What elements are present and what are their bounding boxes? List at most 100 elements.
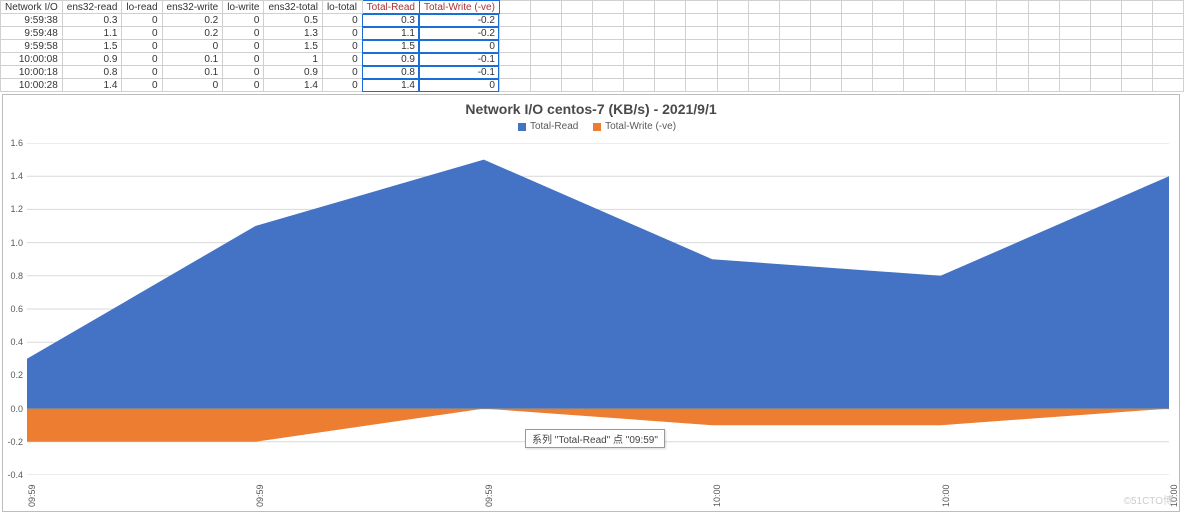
empty-cell[interactable] bbox=[593, 79, 624, 92]
empty-cell[interactable] bbox=[686, 79, 717, 92]
empty-cell[interactable] bbox=[841, 1, 872, 14]
empty-cell[interactable] bbox=[1059, 79, 1090, 92]
empty-cell[interactable] bbox=[1028, 27, 1059, 40]
empty-cell[interactable] bbox=[499, 66, 530, 79]
data-cell[interactable]: 0 bbox=[122, 27, 162, 40]
data-cell[interactable]: 0 bbox=[162, 79, 223, 92]
empty-cell[interactable] bbox=[873, 79, 904, 92]
data-cell[interactable]: -0.1 bbox=[419, 53, 499, 66]
data-cell[interactable]: 0 bbox=[223, 53, 264, 66]
data-cell[interactable]: 0.1 bbox=[162, 53, 223, 66]
data-cell[interactable]: 0 bbox=[122, 79, 162, 92]
table-row[interactable]: 10:00:180.800.100.900.8-0.1 bbox=[1, 66, 1184, 79]
empty-cell[interactable] bbox=[810, 14, 841, 27]
data-cell[interactable]: 0 bbox=[223, 79, 264, 92]
empty-cell[interactable] bbox=[499, 40, 530, 53]
empty-cell[interactable] bbox=[841, 53, 872, 66]
empty-cell[interactable] bbox=[624, 27, 655, 40]
empty-cell[interactable] bbox=[717, 27, 748, 40]
empty-cell[interactable] bbox=[1152, 1, 1183, 14]
column-header[interactable]: Network I/O bbox=[1, 1, 63, 14]
empty-cell[interactable] bbox=[593, 66, 624, 79]
empty-cell[interactable] bbox=[873, 40, 904, 53]
empty-cell[interactable] bbox=[810, 1, 841, 14]
data-table[interactable]: Network I/Oens32-readlo-readens32-writel… bbox=[0, 0, 1184, 92]
empty-cell[interactable] bbox=[935, 14, 966, 27]
data-cell[interactable]: 0.5 bbox=[264, 14, 322, 27]
empty-cell[interactable] bbox=[1090, 79, 1121, 92]
empty-cell[interactable] bbox=[686, 40, 717, 53]
empty-cell[interactable] bbox=[624, 53, 655, 66]
empty-cell[interactable] bbox=[966, 53, 997, 66]
data-cell[interactable]: 1.4 bbox=[362, 79, 419, 92]
empty-cell[interactable] bbox=[531, 79, 562, 92]
empty-cell[interactable] bbox=[841, 14, 872, 27]
empty-cell[interactable] bbox=[1121, 79, 1152, 92]
empty-cell[interactable] bbox=[997, 14, 1028, 27]
data-cell[interactable]: -0.2 bbox=[419, 27, 499, 40]
data-cell[interactable]: 1 bbox=[264, 53, 322, 66]
data-cell[interactable]: 1.3 bbox=[264, 27, 322, 40]
data-cell[interactable]: 0 bbox=[419, 79, 499, 92]
empty-cell[interactable] bbox=[624, 40, 655, 53]
empty-cell[interactable] bbox=[1059, 27, 1090, 40]
empty-cell[interactable] bbox=[779, 14, 810, 27]
empty-cell[interactable] bbox=[593, 27, 624, 40]
empty-cell[interactable] bbox=[748, 40, 779, 53]
empty-cell[interactable] bbox=[966, 1, 997, 14]
empty-cell[interactable] bbox=[686, 1, 717, 14]
chart-container[interactable]: Network I/O centos-7 (KB/s) - 2021/9/1 T… bbox=[2, 94, 1180, 512]
empty-cell[interactable] bbox=[531, 53, 562, 66]
empty-cell[interactable] bbox=[655, 14, 686, 27]
time-cell[interactable]: 9:59:58 bbox=[1, 40, 63, 53]
empty-cell[interactable] bbox=[1152, 53, 1183, 66]
empty-cell[interactable] bbox=[1059, 1, 1090, 14]
empty-cell[interactable] bbox=[904, 40, 935, 53]
empty-cell[interactable] bbox=[531, 40, 562, 53]
empty-cell[interactable] bbox=[873, 27, 904, 40]
empty-cell[interactable] bbox=[655, 40, 686, 53]
empty-cell[interactable] bbox=[966, 14, 997, 27]
empty-cell[interactable] bbox=[562, 40, 593, 53]
column-header[interactable]: ens32-total bbox=[264, 1, 322, 14]
data-cell[interactable]: 0.9 bbox=[362, 53, 419, 66]
data-cell[interactable]: 0 bbox=[322, 40, 362, 53]
empty-cell[interactable] bbox=[562, 66, 593, 79]
empty-cell[interactable] bbox=[1152, 14, 1183, 27]
empty-cell[interactable] bbox=[748, 53, 779, 66]
time-cell[interactable]: 9:59:38 bbox=[1, 14, 63, 27]
empty-cell[interactable] bbox=[624, 79, 655, 92]
empty-cell[interactable] bbox=[779, 27, 810, 40]
data-cell[interactable]: 0 bbox=[223, 14, 264, 27]
empty-cell[interactable] bbox=[997, 79, 1028, 92]
empty-cell[interactable] bbox=[873, 53, 904, 66]
empty-cell[interactable] bbox=[1090, 27, 1121, 40]
data-cell[interactable]: 0 bbox=[122, 53, 162, 66]
empty-cell[interactable] bbox=[1028, 40, 1059, 53]
empty-cell[interactable] bbox=[531, 14, 562, 27]
empty-cell[interactable] bbox=[717, 79, 748, 92]
time-cell[interactable]: 10:00:08 bbox=[1, 53, 63, 66]
data-cell[interactable]: 0 bbox=[322, 27, 362, 40]
data-cell[interactable]: 0 bbox=[223, 40, 264, 53]
empty-cell[interactable] bbox=[904, 53, 935, 66]
data-cell[interactable]: 1.5 bbox=[264, 40, 322, 53]
empty-cell[interactable] bbox=[748, 66, 779, 79]
column-header[interactable]: ens32-read bbox=[62, 1, 122, 14]
empty-cell[interactable] bbox=[810, 53, 841, 66]
empty-cell[interactable] bbox=[748, 79, 779, 92]
data-cell[interactable]: 0 bbox=[122, 14, 162, 27]
empty-cell[interactable] bbox=[935, 53, 966, 66]
empty-cell[interactable] bbox=[1121, 14, 1152, 27]
empty-cell[interactable] bbox=[624, 66, 655, 79]
empty-cell[interactable] bbox=[1121, 53, 1152, 66]
empty-cell[interactable] bbox=[717, 66, 748, 79]
empty-cell[interactable] bbox=[873, 1, 904, 14]
empty-cell[interactable] bbox=[593, 1, 624, 14]
empty-cell[interactable] bbox=[1059, 53, 1090, 66]
empty-cell[interactable] bbox=[655, 1, 686, 14]
empty-cell[interactable] bbox=[717, 40, 748, 53]
data-cell[interactable]: 0.3 bbox=[362, 14, 419, 27]
empty-cell[interactable] bbox=[966, 66, 997, 79]
empty-cell[interactable] bbox=[873, 14, 904, 27]
